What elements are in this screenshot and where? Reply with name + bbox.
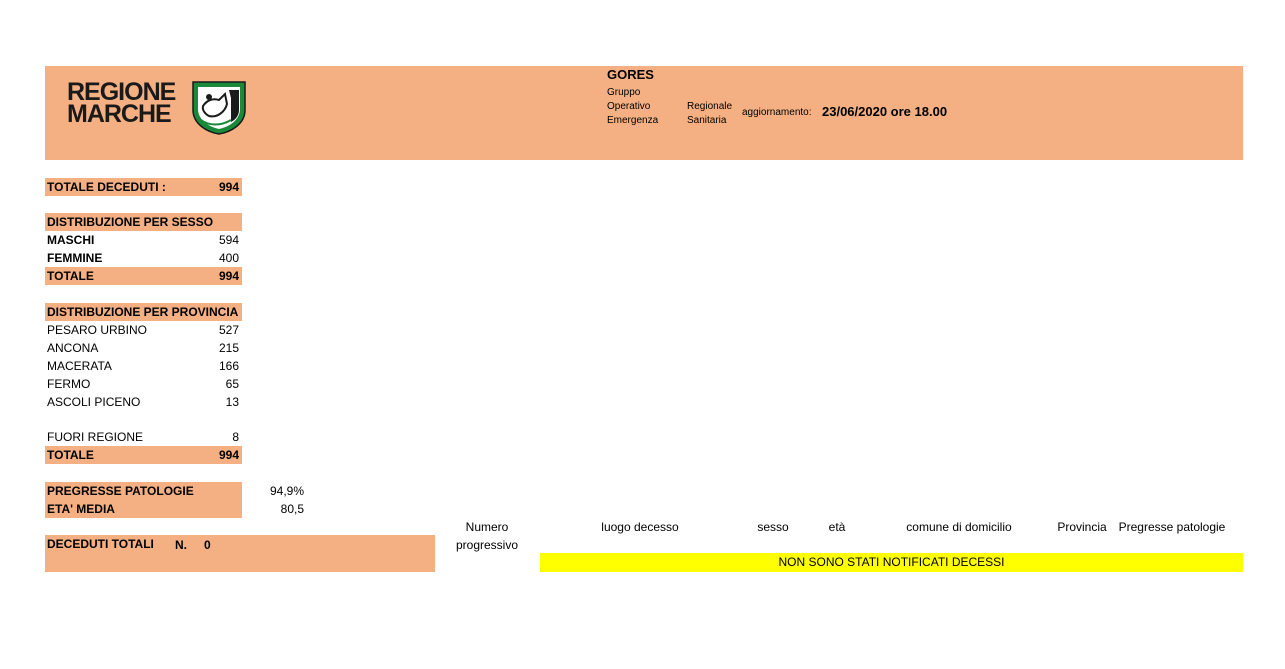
fuori-regione-row: FUORI REGIONE 8 xyxy=(45,428,242,446)
totale-deceduti-value: 994 xyxy=(218,180,239,194)
header-luogo-decesso: luogo decesso xyxy=(601,520,679,534)
provincia-total-row: TOTALE 994 xyxy=(45,446,242,464)
eta-media-row: ETA' MEDIA xyxy=(45,500,242,518)
deceduti-totali-value: 0 xyxy=(204,538,211,552)
update-value: 23/06/2020 ore 18.00 xyxy=(822,104,948,119)
header-pregresse-patologie: Pregresse patologie xyxy=(1118,520,1226,534)
header-numero-line1: Numero xyxy=(465,520,509,534)
sesso-value: 400 xyxy=(218,251,239,265)
gores-word: Operativo xyxy=(607,101,651,112)
gores-title: GORES xyxy=(607,67,654,82)
provincia-total-value: 994 xyxy=(218,448,239,462)
gores-word: Regionale xyxy=(687,101,733,112)
provincia-row: MACERATA 166 xyxy=(45,357,242,375)
sesso-section-title: DISTRIBUZIONE PER SESSO xyxy=(45,213,242,231)
header-numero-line2: progressivo xyxy=(455,538,519,552)
sesso-title-text: DISTRIBUZIONE PER SESSO xyxy=(47,215,214,229)
provincia-value: 166 xyxy=(218,359,239,373)
patologie-value: 94,9% xyxy=(269,484,304,498)
provincia-label: MACERATA xyxy=(47,359,112,373)
gores-word: Sanitaria xyxy=(687,115,727,126)
provincia-row: ANCONA 215 xyxy=(45,339,242,357)
provincia-label: FERMO xyxy=(47,377,91,391)
sesso-label: FEMMINE xyxy=(47,251,103,265)
sesso-total-label: TOTALE xyxy=(47,269,94,283)
sesso-row-maschi: MASCHI 594 xyxy=(45,231,242,249)
fuori-regione-label: FUORI REGIONE xyxy=(47,430,144,444)
sesso-row-femmine: FEMMINE 400 xyxy=(45,249,242,267)
no-deaths-notice: NON SONO STATI NOTIFICATI DECESSI xyxy=(540,553,1243,572)
eta-media-value: 80,5 xyxy=(280,502,304,516)
sesso-total-row: TOTALE 994 xyxy=(45,267,242,285)
totale-deceduti-label: TOTALE DECEDUTI : xyxy=(47,180,166,194)
sesso-total-value: 994 xyxy=(218,269,239,283)
deceduti-totali-label: DECEDUTI TOTALI xyxy=(47,537,154,551)
provincia-value: 65 xyxy=(225,377,239,391)
header-provincia: Provincia xyxy=(1057,520,1107,534)
regione-marche-logo: REGIONE MARCHE xyxy=(67,78,249,138)
deceduti-totali-n-label: N. xyxy=(175,538,187,552)
provincia-row: ASCOLI PICENO 13 xyxy=(45,393,242,411)
patologie-label: PREGRESSE PATOLOGIE xyxy=(47,484,194,498)
update-label: aggiornamento: xyxy=(742,107,812,118)
provincia-label: ANCONA xyxy=(47,341,99,355)
totale-deceduti-row: TOTALE DECEDUTI : 994 xyxy=(45,178,242,196)
gores-word: Gruppo xyxy=(607,87,641,98)
provincia-row: FERMO 65 xyxy=(45,375,242,393)
provincia-label: PESARO URBINO xyxy=(47,323,148,337)
provincia-value: 215 xyxy=(218,341,239,355)
provincia-title-text: DISTRIBUZIONE PER PROVINCIA xyxy=(47,305,239,319)
header-sesso: sesso xyxy=(757,520,789,534)
header-banner: REGIONE MARCHE GORES Gruppo Operativo Re… xyxy=(45,66,1243,160)
eta-media-label: ETA' MEDIA xyxy=(47,502,115,516)
provincia-row: PESARO URBINO 527 xyxy=(45,321,242,339)
provincia-value: 527 xyxy=(218,323,239,337)
sesso-value: 594 xyxy=(218,233,239,247)
fuori-regione-value: 8 xyxy=(232,430,239,444)
patologie-row: PREGRESSE PATOLOGIE xyxy=(45,482,242,500)
provincia-label: ASCOLI PICENO xyxy=(47,395,141,409)
provincia-section-title: DISTRIBUZIONE PER PROVINCIA xyxy=(45,303,242,321)
header-comune: comune di domicilio xyxy=(906,520,1012,534)
sesso-label: MASCHI xyxy=(47,233,95,247)
provincia-value: 13 xyxy=(225,395,239,409)
header-eta: età xyxy=(828,520,846,534)
deceduti-totali-box: DECEDUTI TOTALI N. 0 xyxy=(45,535,435,572)
gores-word: Emergenza xyxy=(607,115,659,126)
shield-icon xyxy=(192,81,246,135)
logo-text-line2: MARCHE xyxy=(67,100,172,128)
provincia-total-label: TOTALE xyxy=(47,448,94,462)
